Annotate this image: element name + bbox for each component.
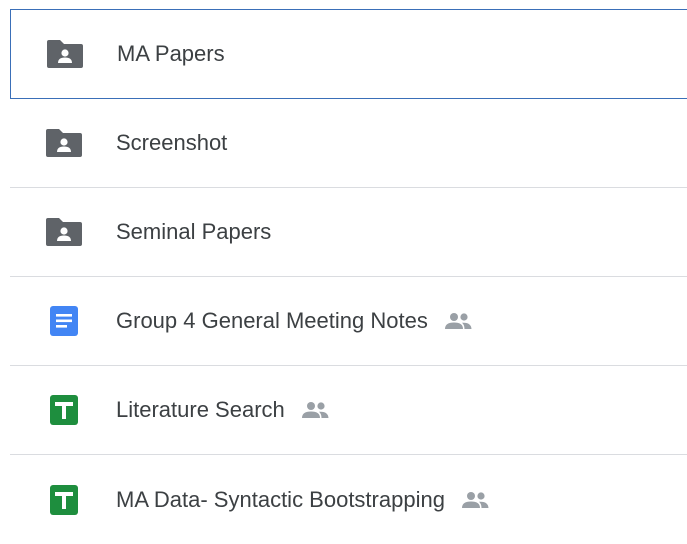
file-name: Literature Search [116,397,331,423]
file-name-text: Screenshot [116,130,228,155]
file-name: MA Data- Syntactic Bootstrapping [116,487,491,513]
file-row-screenshot[interactable]: Screenshot [10,99,687,188]
file-list: MA Papers Screenshot Seminal Papers Grou… [10,9,687,544]
file-name: Group 4 General Meeting Notes [116,308,474,334]
file-row-ma-data-syntactic-bootstrapping[interactable]: MA Data- Syntactic Bootstrapping [10,455,687,544]
google-sheets-icon [44,394,84,426]
file-name-text: MA Data- Syntactic Bootstrapping [116,486,445,512]
file-name: Screenshot [116,130,227,156]
file-name: Seminal Papers [116,219,271,245]
file-row-ma-papers[interactable]: MA Papers [10,9,687,99]
shared-people-icon [442,311,474,331]
google-sheets-icon [44,484,84,516]
shared-folder-icon [44,216,84,248]
file-name: MA Papers [117,41,225,67]
google-docs-icon [44,305,84,337]
file-name-text: Literature Search [116,397,285,422]
file-row-group-4-general-meeting-notes[interactable]: Group 4 General Meeting Notes [10,277,687,366]
shared-folder-icon [44,127,84,159]
shared-people-icon [459,490,491,510]
file-row-literature-search[interactable]: Literature Search [10,366,687,455]
file-name-text: Group 4 General Meeting Notes [116,308,428,333]
shared-people-icon [299,400,331,420]
shared-folder-icon [45,38,85,70]
file-name-text: MA Papers [117,41,225,66]
file-name-text: Seminal Papers [116,219,272,244]
file-row-seminal-papers[interactable]: Seminal Papers [10,188,687,277]
